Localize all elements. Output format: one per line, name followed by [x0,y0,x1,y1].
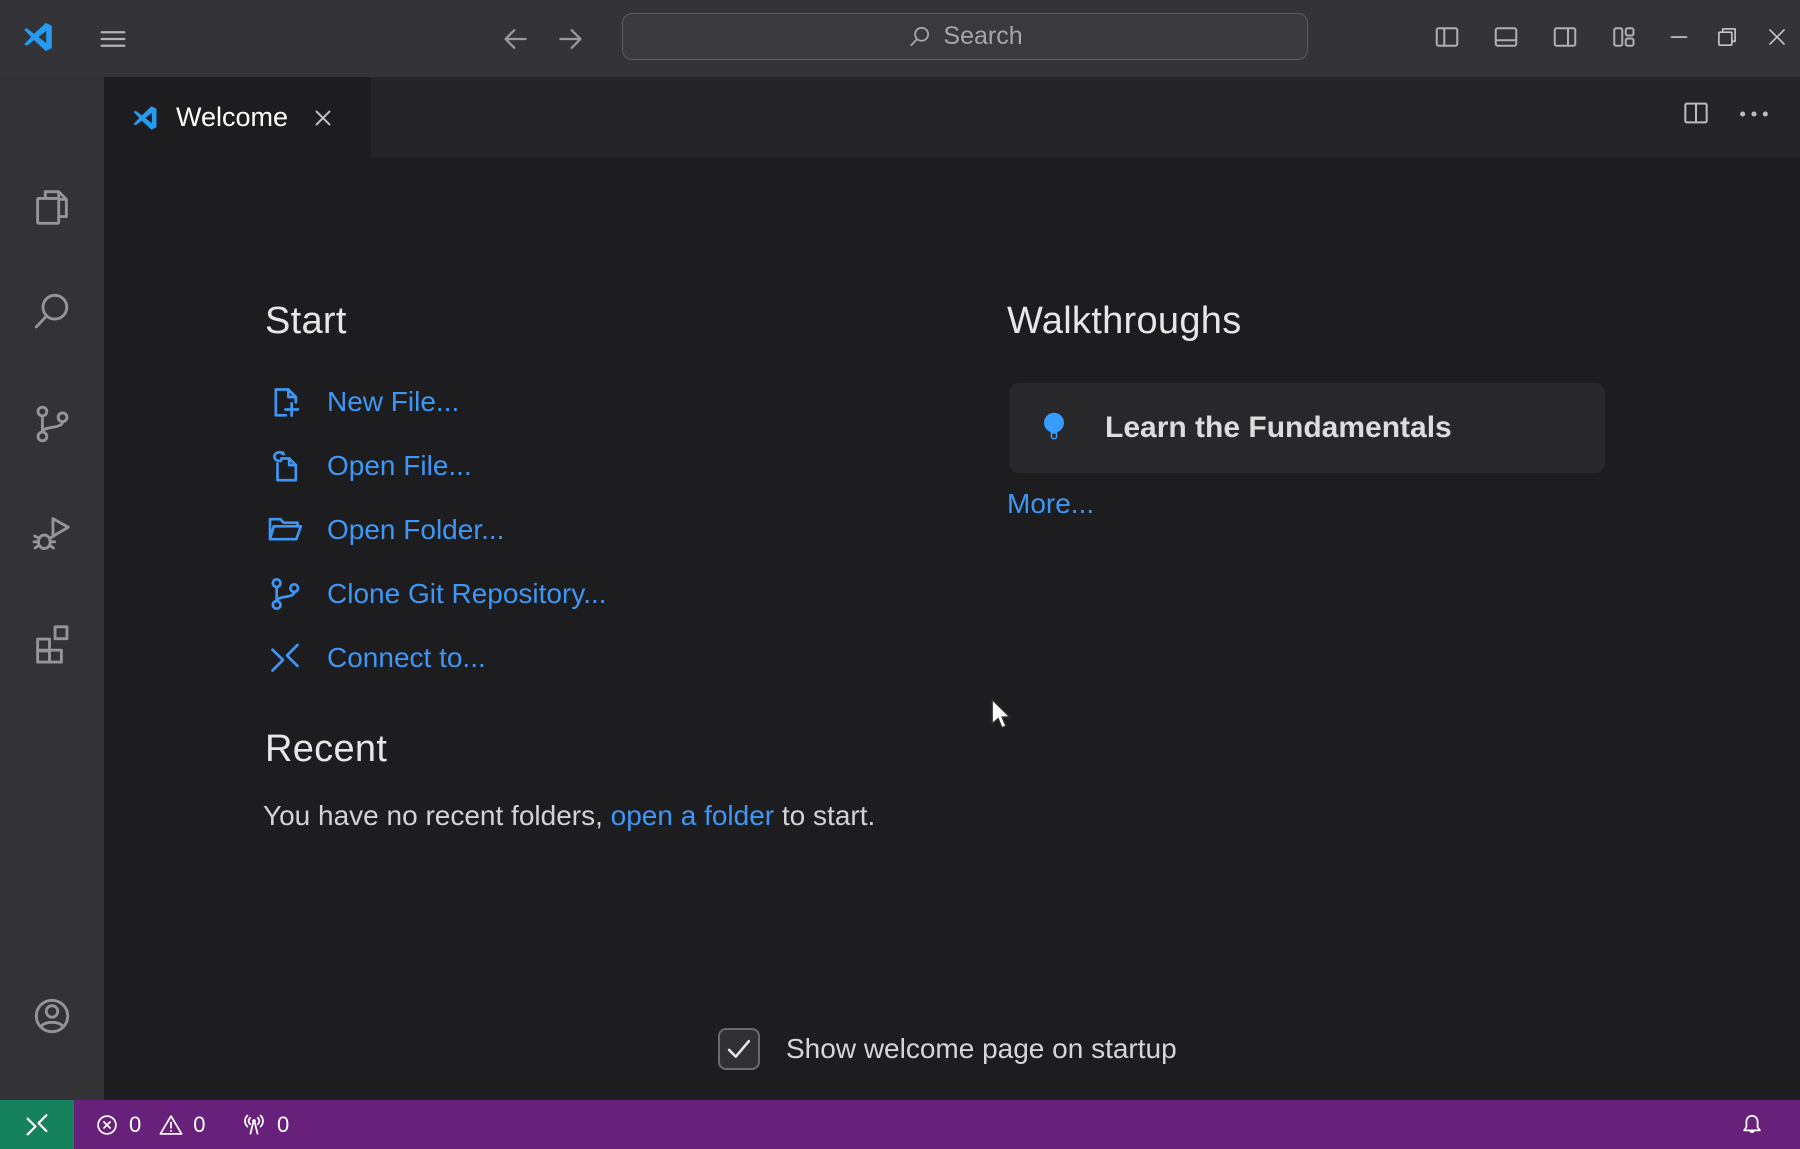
recent-empty-text: You have no recent folders, open a folde… [263,800,875,832]
start-item-label: New File... [327,386,459,418]
git-branch-icon [265,574,305,614]
problems-status[interactable]: 0 0 [94,1100,206,1149]
start-heading: Start [265,300,347,343]
forward-arrow-icon[interactable] [554,22,588,56]
extensions-icon[interactable] [29,618,75,664]
activity-bar [0,77,104,1100]
recent-heading: Recent [265,728,387,771]
vscode-logo-icon [130,103,160,133]
toggle-panel-icon[interactable] [1491,22,1521,52]
start-item-label: Open File... [327,450,472,482]
open-folder-icon [265,510,305,550]
new-file-icon [265,382,305,422]
walkthrough-card-title: Learn the Fundamentals [1105,411,1452,445]
welcome-page [104,158,1800,1100]
start-item-label: Connect to... [327,642,486,674]
split-editor-icon[interactable] [1680,97,1712,129]
tab-bar: Welcome [104,77,1800,158]
lightbulb-icon [1033,407,1075,449]
account-icon[interactable] [29,993,75,1039]
startup-checkbox-row: Show welcome page on startup [718,1028,1177,1070]
radio-tower-icon [240,1111,268,1139]
ports-count: 0 [277,1112,289,1138]
command-center-search[interactable]: Search [622,13,1308,60]
remote-icon [265,638,305,678]
open-file-link[interactable]: Open File... [265,442,472,490]
editor-more-actions-icon[interactable] [1737,103,1771,125]
search-icon [907,24,933,50]
recent-empty-suffix: to start. [774,800,875,831]
back-arrow-icon[interactable] [498,22,532,56]
close-window-icon[interactable] [1764,24,1790,50]
warning-icon [158,1112,184,1138]
toggle-primary-sidebar-icon[interactable] [1432,22,1462,52]
walkthroughs-more-link[interactable]: More... [1007,488,1094,520]
checkmark-icon [722,1032,756,1066]
open-file-icon [265,446,305,486]
vscode-logo-icon [20,19,56,55]
start-item-label: Open Folder... [327,514,504,546]
warning-count: 0 [193,1112,205,1138]
notifications-bell-icon[interactable] [1738,1111,1766,1139]
connect-to-link[interactable]: Connect to... [265,634,486,682]
open-folder-link[interactable]: Open Folder... [265,506,504,554]
menu-icon[interactable] [96,22,130,56]
minimize-icon[interactable] [1666,24,1692,50]
title-bar: Search [0,0,1800,77]
restore-icon[interactable] [1714,24,1740,50]
tab-label: Welcome [176,102,288,133]
remote-indicator[interactable] [0,1100,74,1149]
ports-status[interactable]: 0 [240,1100,289,1149]
new-file-link[interactable]: New File... [265,378,459,426]
start-item-label: Clone Git Repository... [327,578,607,610]
search-placeholder: Search [943,22,1022,51]
run-debug-icon[interactable] [29,510,75,556]
search-view-icon[interactable] [29,289,75,335]
clone-repo-link[interactable]: Clone Git Repository... [265,570,607,618]
close-tab-icon[interactable] [310,105,336,131]
walkthrough-card-fundamentals[interactable]: Learn the Fundamentals [1009,383,1605,473]
open-a-folder-link[interactable]: open a folder [611,800,774,831]
startup-checkbox-label: Show welcome page on startup [786,1033,1177,1065]
explorer-icon[interactable] [29,184,75,230]
status-bar: 0 0 0 [0,1100,1800,1149]
remote-icon [22,1110,52,1140]
tab-welcome[interactable]: Welcome [104,77,371,158]
toggle-secondary-sidebar-icon[interactable] [1550,22,1580,52]
walkthroughs-heading: Walkthroughs [1007,300,1242,343]
show-welcome-checkbox[interactable] [718,1028,760,1070]
source-control-icon[interactable] [29,401,75,447]
customize-layout-icon[interactable] [1609,22,1639,52]
error-count: 0 [129,1112,141,1138]
recent-empty-prefix: You have no recent folders, [263,800,611,831]
error-icon [94,1112,120,1138]
